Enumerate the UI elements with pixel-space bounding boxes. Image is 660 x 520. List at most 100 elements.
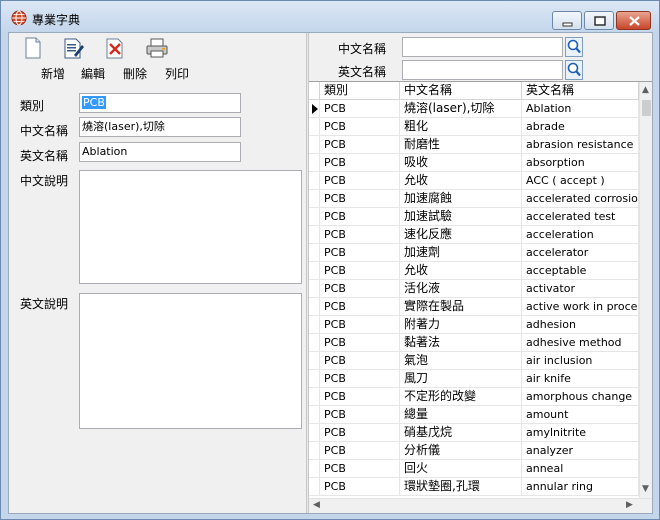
column-header-category[interactable]: 類別 xyxy=(320,82,400,100)
table-row[interactable]: PCB 風刀 air knife xyxy=(309,370,639,388)
cell-english-name: accelerator xyxy=(522,244,639,262)
chinese-name-label: 中文名稱 xyxy=(20,124,69,138)
cell-english-name: acceleration xyxy=(522,226,639,244)
table-row[interactable]: PCB 粗化 abrade xyxy=(309,118,639,136)
table-row[interactable]: PCB 活化液 activator xyxy=(309,280,639,298)
table-row[interactable]: PCB 附著力 adhesion xyxy=(309,316,639,334)
row-indicator-cell xyxy=(309,424,320,442)
table-row[interactable]: PCB 吸收 absorption xyxy=(309,154,639,172)
grid-header: 類別 中文名稱 英文名稱 xyxy=(309,82,639,100)
table-row[interactable]: PCB 速化反應 acceleration xyxy=(309,226,639,244)
row-indicator-cell xyxy=(309,298,320,316)
search-chinese-button[interactable] xyxy=(565,37,583,57)
row-indicator-cell xyxy=(309,244,320,262)
cell-category: PCB xyxy=(320,226,400,244)
scroll-right-icon[interactable]: ▶ xyxy=(626,500,633,510)
dictionary-grid: 類別 中文名稱 英文名稱 PCB 燒溶(laser),切除 Ablation PCB 粗… xyxy=(309,81,652,513)
column-header-english-name[interactable]: 英文名稱 xyxy=(522,82,639,100)
table-row[interactable]: PCB 允收 acceptable xyxy=(309,262,639,280)
category-value: PCB xyxy=(82,96,106,109)
print-label: 列印 xyxy=(164,67,189,81)
cell-category: PCB xyxy=(320,100,400,118)
new-document-icon xyxy=(25,37,41,59)
table-row[interactable]: PCB 允收 ACC ( accept ) xyxy=(309,172,639,190)
table-row[interactable]: PCB 耐磨性 abrasion resistance xyxy=(309,136,639,154)
main-window: 專業字典 新增 編輯 刪除 列印 類別 PCB 中文名稱 燒溶(laser),切… xyxy=(0,0,660,520)
cell-english-name: Ablation xyxy=(522,100,639,118)
cell-chinese-name: 環狀墊圈,孔環 xyxy=(400,478,522,496)
horizontal-scrollbar[interactable]: ◀ ▶ xyxy=(309,498,652,513)
table-row[interactable]: PCB 加速試驗 accelerated test xyxy=(309,208,639,226)
row-indicator-cell xyxy=(309,370,320,388)
table-row[interactable]: PCB 實際在製品 active work in process xyxy=(309,298,639,316)
cell-chinese-name: 允收 xyxy=(400,262,522,280)
cell-chinese-name: 總量 xyxy=(400,406,522,424)
row-indicator-cell xyxy=(309,190,320,208)
cell-chinese-name: 粗化 xyxy=(400,118,522,136)
table-row[interactable]: PCB 回火 anneal xyxy=(309,460,639,478)
table-row[interactable]: PCB 總量 amount xyxy=(309,406,639,424)
edit-button[interactable]: 編輯 xyxy=(53,37,105,81)
delete-button[interactable]: 刪除 xyxy=(95,37,147,81)
cell-category: PCB xyxy=(320,334,400,352)
cell-category: PCB xyxy=(320,190,400,208)
cell-chinese-name: 耐磨性 xyxy=(400,136,522,154)
chinese-name-field[interactable]: 燒溶(laser),切除 xyxy=(79,117,241,137)
row-indicator-cell xyxy=(309,226,320,244)
table-row[interactable]: PCB 環狀墊圈,孔環 annular ring xyxy=(309,478,639,496)
close-button[interactable] xyxy=(616,11,651,30)
category-field[interactable]: PCB xyxy=(79,93,241,113)
cell-category: PCB xyxy=(320,316,400,334)
cell-chinese-name: 允收 xyxy=(400,172,522,190)
cell-category: PCB xyxy=(320,262,400,280)
cell-english-name: air inclusion xyxy=(522,352,639,370)
table-row[interactable]: PCB 硝基戊烷 amylnitrite xyxy=(309,424,639,442)
vertical-scrollbar[interactable]: ▲ ▼ xyxy=(639,82,652,498)
grid-rows: PCB 燒溶(laser),切除 Ablation PCB 粗化 abrade PCB 耐磨性… xyxy=(309,100,639,496)
vertical-scroll-thumb[interactable] xyxy=(642,100,651,116)
cell-chinese-name: 加速腐蝕 xyxy=(400,190,522,208)
search-icon xyxy=(565,60,583,80)
english-description-field[interactable] xyxy=(79,293,302,429)
search-chinese-input[interactable] xyxy=(402,37,563,57)
titlebar: 專業字典 xyxy=(1,1,659,31)
close-icon xyxy=(629,16,640,26)
english-name-field[interactable]: Ablation xyxy=(79,142,241,162)
cell-category: PCB xyxy=(320,460,400,478)
cell-english-name: acceptable xyxy=(522,262,639,280)
table-row[interactable]: PCB 黏著法 adhesive method xyxy=(309,334,639,352)
maximize-button[interactable] xyxy=(584,11,614,30)
row-indicator-cell xyxy=(309,316,320,334)
cell-category: PCB xyxy=(320,244,400,262)
column-header-chinese-name[interactable]: 中文名稱 xyxy=(400,82,522,100)
table-row[interactable]: PCB 分析儀 analyzer xyxy=(309,442,639,460)
cell-english-name: accelerated test xyxy=(522,208,639,226)
row-indicator-cell xyxy=(309,406,320,424)
cell-chinese-name: 加速試驗 xyxy=(400,208,522,226)
cell-chinese-name: 燒溶(laser),切除 xyxy=(400,100,522,118)
row-indicator-cell xyxy=(309,478,320,496)
table-row[interactable]: PCB加速腐蝕accelerated corrosion test xyxy=(309,190,639,208)
list-pane: 中文名稱 英文名稱 類別 中文名稱 英文名稱 PCB 燒溶(laser),切除 … xyxy=(309,33,652,513)
minimize-button[interactable] xyxy=(552,11,582,30)
search-english-button[interactable] xyxy=(565,60,583,80)
table-row[interactable]: PCB 不定形的改變 amorphous change xyxy=(309,388,639,406)
print-button[interactable]: 列印 xyxy=(137,37,189,81)
row-indicator-cell xyxy=(309,154,320,172)
row-indicator-cell xyxy=(309,442,320,460)
chinese-description-field[interactable] xyxy=(79,170,302,284)
search-english-input[interactable] xyxy=(402,60,563,80)
scroll-left-icon[interactable]: ◀ xyxy=(313,500,320,510)
cell-category: PCB xyxy=(320,172,400,190)
scroll-down-icon[interactable]: ▼ xyxy=(642,484,649,494)
table-row[interactable]: PCB 燒溶(laser),切除 Ablation xyxy=(309,100,639,118)
table-row[interactable]: PCB 加速劑 accelerator xyxy=(309,244,639,262)
table-row[interactable]: PCB 氣泡 air inclusion xyxy=(309,352,639,370)
globe-icon xyxy=(11,10,27,26)
current-row-icon xyxy=(312,104,318,114)
scroll-up-icon[interactable]: ▲ xyxy=(642,85,649,95)
row-indicator-cell xyxy=(309,388,320,406)
cell-chinese-name: 不定形的改變 xyxy=(400,388,522,406)
cell-chinese-name: 黏著法 xyxy=(400,334,522,352)
new-button[interactable]: 新增 xyxy=(13,37,65,81)
